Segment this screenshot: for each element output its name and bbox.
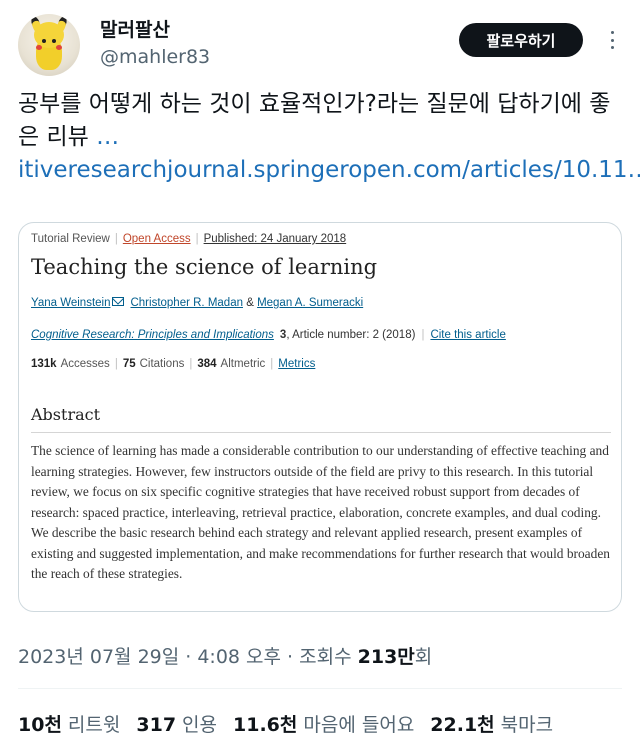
bookmarks-label: 북마크 (500, 714, 554, 736)
metrics-separator: | (270, 358, 274, 370)
tweet-text: 공부를 어떻게 하는 것이 효율적인가?라는 질문에 답하기에 좋은 리뷰 …i… (18, 88, 640, 187)
more-dot (610, 38, 614, 42)
article-metrics: 131k Accesses | 75 Citations | 384 Altmetric | Me… (31, 358, 315, 370)
author-link[interactable]: Yana Weinstein (31, 297, 110, 309)
published-date: Published: 24 January 2018 (203, 233, 347, 245)
quotes-count: 317 (136, 714, 177, 736)
meta-separator: | (114, 233, 118, 245)
altmetric-label: Altmetric (220, 358, 266, 370)
tweet-header: 말러팔산 @mahler83 팔로우하기 (18, 14, 622, 80)
article-meta: Tutorial Review | Open Access | Published: 2… (31, 233, 346, 245)
bookmarks-stat[interactable]: 22.1천 북마크 (430, 710, 553, 737)
citations-count: 75 (122, 358, 136, 370)
abstract-divider (31, 432, 611, 433)
open-access-link[interactable]: Open Access (123, 233, 191, 245)
stats-divider (18, 688, 622, 689)
user-handle[interactable]: @mahler83 (100, 44, 210, 70)
article-title[interactable]: Teaching the science of learning (31, 255, 377, 279)
engagement-stats: 10천 리트윗 317 인용 11.6천 마음에 들어요 22.1천 북마크 (18, 710, 569, 737)
abstract-text: The science of learning has made a consi… (31, 443, 610, 581)
avatar[interactable] (18, 14, 80, 76)
author-link[interactable]: Christopher R. Madan (130, 297, 243, 309)
journal-name[interactable]: Cognitive Research: Principles and Impli… (31, 329, 274, 341)
abstract-heading: Abstract (31, 405, 101, 424)
quotes-stat[interactable]: 317 인용 (136, 710, 217, 737)
more-vertical-icon[interactable] (602, 28, 622, 52)
metrics-separator: | (189, 358, 193, 370)
tweet-date[interactable]: 2023년 07월 29일 · 4:08 오후 · 조회수 (18, 646, 358, 668)
article-number: , Article number: 2 (2018) (286, 329, 416, 341)
likes-label: 마음에 들어요 (303, 714, 415, 736)
metrics-link[interactable]: Metrics (278, 358, 315, 370)
likes-count: 11.6천 (233, 714, 298, 736)
author-link[interactable]: Megan A. Sumeracki (257, 297, 363, 309)
article-type: Tutorial Review (31, 233, 110, 245)
likes-stat[interactable]: 11.6천 마음에 들어요 (233, 710, 414, 737)
accesses-count: 131k (31, 358, 57, 370)
more-dot (610, 31, 614, 34)
meta-separator: | (195, 233, 199, 245)
journal-line: Cognitive Research: Principles and Impli… (31, 329, 506, 341)
author-ampersand: & (246, 297, 254, 309)
accesses-label: Accesses (60, 358, 110, 370)
journal-separator: | (421, 329, 425, 341)
display-name[interactable]: 말러팔산 (100, 18, 210, 42)
pikachu-cheek-right (56, 45, 62, 50)
altmetric-count: 384 (197, 358, 217, 370)
mail-icon[interactable] (112, 297, 125, 306)
citations-label: Citations (139, 358, 185, 370)
view-suffix: 회 (414, 646, 433, 668)
metrics-separator: | (114, 358, 118, 370)
retweets-count: 10천 (18, 714, 62, 736)
pikachu-head (34, 22, 64, 50)
retweets-label: 리트윗 (67, 714, 121, 736)
retweets-stat[interactable]: 10천 리트윗 (18, 710, 120, 737)
quotes-label: 인용 (182, 714, 218, 736)
pikachu-cheek-left (36, 45, 42, 50)
view-count: 213만 (357, 646, 415, 668)
follow-button[interactable]: 팔로우하기 (459, 23, 583, 57)
bookmarks-count: 22.1천 (430, 714, 495, 736)
user-names: 말러팔산 @mahler83 (100, 18, 210, 70)
more-dot (610, 46, 614, 49)
cite-article-link[interactable]: Cite this article (430, 329, 505, 341)
tweet-timestamp: 2023년 07월 29일 · 4:08 오후 · 조회수 213만회 (18, 642, 432, 669)
author-list: Yana Weinstein Christopher R. Madan & Meg… (31, 297, 363, 309)
pikachu-eye-left (42, 39, 46, 43)
tweet-link[interactable]: …itiveresearchjournal.springeropen.com/a… (18, 124, 640, 183)
link-preview-card[interactable]: Tutorial Review | Open Access | Published: 2… (18, 222, 622, 612)
pikachu-eye-right (52, 39, 56, 43)
